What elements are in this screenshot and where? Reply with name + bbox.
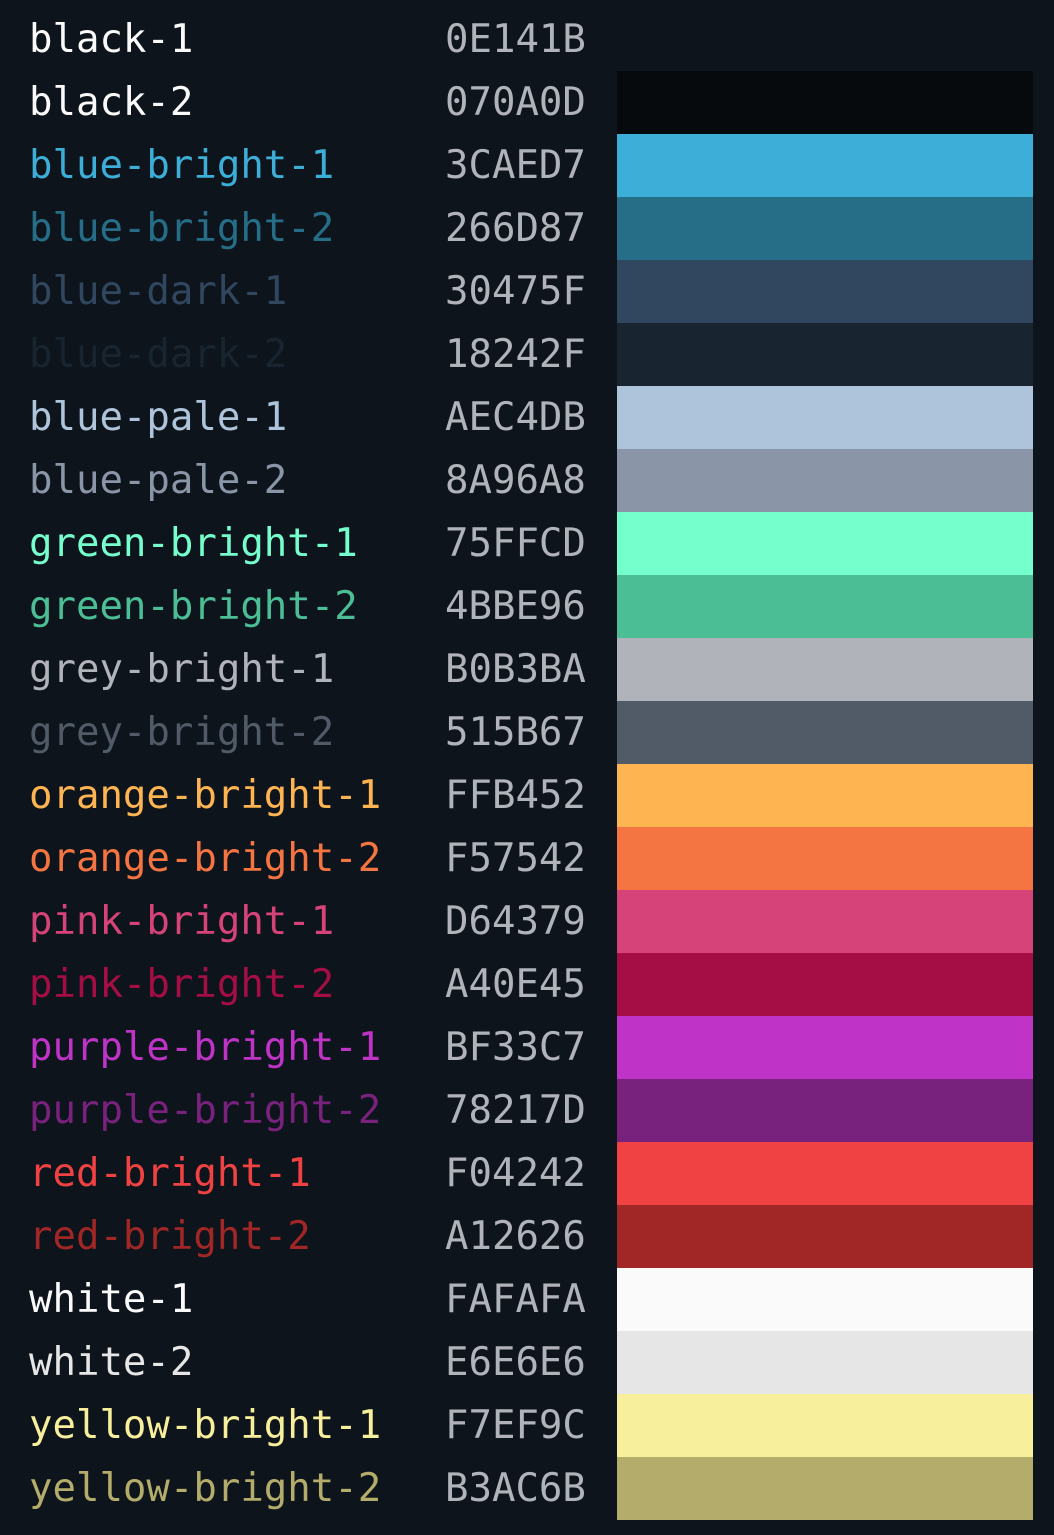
color-row: grey-bright-1 B0B3BA [0, 638, 1054, 701]
color-name-label: black-1 [29, 17, 194, 62]
color-hex-value: 266D87 [445, 206, 586, 251]
color-swatch [617, 1142, 1033, 1205]
color-name-label: orange-bright-2 [29, 836, 382, 881]
color-row: blue-dark-1 30475F [0, 260, 1054, 323]
color-row: black-2 070A0D [0, 71, 1054, 134]
color-hex-value: 18242F [445, 332, 586, 377]
color-hex-value: 070A0D [445, 80, 586, 125]
color-hex-value: FFB452 [445, 773, 586, 818]
color-name-label: grey-bright-2 [29, 710, 335, 755]
color-hex-value: D64379 [445, 899, 586, 944]
color-name-label: pink-bright-1 [29, 899, 335, 944]
color-row: orange-bright-2 F57542 [0, 827, 1054, 890]
color-palette-list: black-1 0E141B black-2 070A0D blue-bright-1 3… [0, 8, 1054, 1520]
color-swatch [617, 701, 1033, 764]
color-hex-value: B3AC6B [445, 1466, 586, 1511]
color-swatch [617, 1079, 1033, 1142]
color-hex-value: A40E45 [445, 962, 586, 1007]
color-hex-value: F7EF9C [445, 1403, 586, 1448]
color-row: blue-pale-2 8A96A8 [0, 449, 1054, 512]
color-swatch [617, 764, 1033, 827]
color-name-label: red-bright-2 [29, 1214, 311, 1259]
color-row: white-2 E6E6E6 [0, 1331, 1054, 1394]
color-swatch [617, 890, 1033, 953]
color-name-label: blue-dark-2 [29, 332, 288, 377]
color-swatch [617, 1457, 1033, 1520]
color-swatch [617, 323, 1033, 386]
color-row: grey-bright-2 515B67 [0, 701, 1054, 764]
color-row: blue-dark-2 18242F [0, 323, 1054, 386]
color-name-label: yellow-bright-1 [29, 1403, 382, 1448]
color-name-label: blue-bright-1 [29, 143, 335, 188]
color-row: red-bright-2 A12626 [0, 1205, 1054, 1268]
color-name-label: white-1 [29, 1277, 194, 1322]
color-hex-value: 515B67 [445, 710, 586, 755]
color-swatch [617, 1331, 1033, 1394]
color-swatch [617, 71, 1033, 134]
color-swatch [617, 197, 1033, 260]
color-row: blue-bright-2 266D87 [0, 197, 1054, 260]
color-hex-value: F57542 [445, 836, 586, 881]
color-name-label: blue-pale-2 [29, 458, 288, 503]
color-hex-value: 78217D [445, 1088, 586, 1133]
color-row: white-1 FAFAFA [0, 1268, 1054, 1331]
color-name-label: blue-dark-1 [29, 269, 288, 314]
color-name-label: blue-bright-2 [29, 206, 335, 251]
color-swatch [617, 512, 1033, 575]
color-row: red-bright-1 F04242 [0, 1142, 1054, 1205]
color-swatch [617, 8, 1033, 71]
color-name-label: white-2 [29, 1340, 194, 1385]
color-name-label: orange-bright-1 [29, 773, 382, 818]
color-hex-value: 30475F [445, 269, 586, 314]
color-swatch [617, 449, 1033, 512]
color-row: blue-bright-1 3CAED7 [0, 134, 1054, 197]
color-row: purple-bright-2 78217D [0, 1079, 1054, 1142]
color-row: pink-bright-2 A40E45 [0, 953, 1054, 1016]
color-swatch [617, 1394, 1033, 1457]
color-name-label: yellow-bright-2 [29, 1466, 382, 1511]
color-hex-value: 8A96A8 [445, 458, 586, 503]
color-name-label: green-bright-1 [29, 521, 358, 566]
color-name-label: blue-pale-1 [29, 395, 288, 440]
color-hex-value: 3CAED7 [445, 143, 586, 188]
color-swatch [617, 1016, 1033, 1079]
color-row: yellow-bright-2 B3AC6B [0, 1457, 1054, 1520]
color-hex-value: 4BBE96 [445, 584, 586, 629]
color-row: yellow-bright-1 F7EF9C [0, 1394, 1054, 1457]
color-swatch [617, 638, 1033, 701]
color-hex-value: A12626 [445, 1214, 586, 1259]
color-row: purple-bright-1 BF33C7 [0, 1016, 1054, 1079]
color-row: green-bright-2 4BBE96 [0, 575, 1054, 638]
color-row: black-1 0E141B [0, 8, 1054, 71]
color-swatch [617, 953, 1033, 1016]
color-name-label: black-2 [29, 80, 194, 125]
color-hex-value: FAFAFA [445, 1277, 586, 1322]
color-name-label: red-bright-1 [29, 1151, 311, 1196]
color-swatch [617, 1205, 1033, 1268]
color-hex-value: F04242 [445, 1151, 586, 1196]
color-hex-value: 0E141B [445, 17, 586, 62]
color-name-label: purple-bright-2 [29, 1088, 382, 1133]
color-name-label: purple-bright-1 [29, 1025, 382, 1070]
color-row: green-bright-1 75FFCD [0, 512, 1054, 575]
color-swatch [617, 575, 1033, 638]
color-row: blue-pale-1 AEC4DB [0, 386, 1054, 449]
color-swatch [617, 260, 1033, 323]
color-hex-value: BF33C7 [445, 1025, 586, 1070]
color-name-label: pink-bright-2 [29, 962, 335, 1007]
color-row: orange-bright-1 FFB452 [0, 764, 1054, 827]
color-swatch [617, 1268, 1033, 1331]
color-swatch [617, 386, 1033, 449]
color-swatch [617, 134, 1033, 197]
color-hex-value: AEC4DB [445, 395, 586, 440]
color-name-label: grey-bright-1 [29, 647, 335, 692]
color-name-label: green-bright-2 [29, 584, 358, 629]
color-hex-value: 75FFCD [445, 521, 586, 566]
color-hex-value: B0B3BA [445, 647, 586, 692]
color-row: pink-bright-1 D64379 [0, 890, 1054, 953]
color-swatch [617, 827, 1033, 890]
color-hex-value: E6E6E6 [445, 1340, 586, 1385]
